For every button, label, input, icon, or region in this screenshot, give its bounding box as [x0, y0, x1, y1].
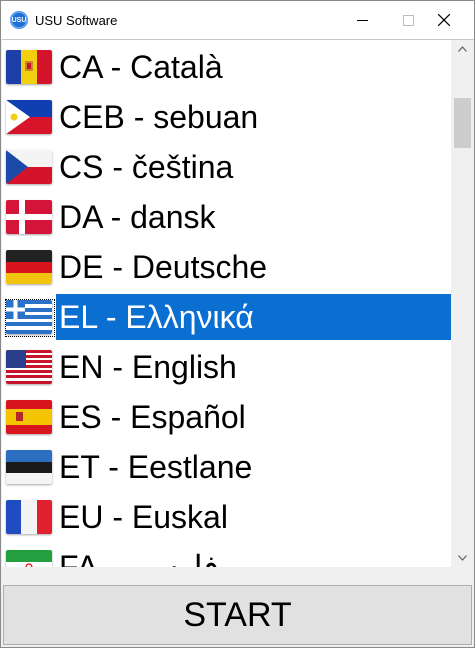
czech-flag-icon [6, 150, 52, 184]
language-label: CA - Català [59, 49, 223, 85]
language-list[interactable]: CA - Català CEB - sebuan CS - čeština DA… [2, 39, 451, 567]
philippines-flag-icon [6, 100, 52, 134]
start-button[interactable]: START [3, 585, 472, 645]
title-bar[interactable]: USU USU Software [1, 1, 474, 39]
list-item[interactable]: DA - dansk [2, 192, 451, 242]
vertical-scrollbar[interactable] [451, 39, 474, 567]
minimize-icon [356, 19, 368, 21]
chevron-down-icon [458, 555, 467, 561]
list-item[interactable]: CEB - sebuan [2, 92, 451, 142]
iran-flag-icon [6, 550, 52, 567]
usu-logo-icon: USU [10, 11, 28, 29]
spain-flag-icon [6, 400, 52, 434]
language-label: ET - Eestlane [59, 449, 253, 485]
scroll-up-button[interactable] [451, 40, 474, 58]
andorra-flag-icon [6, 50, 52, 84]
greece-flag-icon [6, 300, 52, 334]
language-label: DA - dansk [59, 199, 216, 235]
scroll-thumb[interactable] [454, 98, 471, 148]
germany-flag-icon [6, 250, 52, 284]
list-item[interactable]: EU - Euskal [2, 492, 451, 542]
chevron-up-icon [458, 46, 467, 52]
list-item[interactable]: FA - فارسی [2, 542, 451, 567]
list-item[interactable]: EN - English [2, 342, 451, 392]
language-label: FA - فارسی [59, 549, 219, 567]
scroll-down-button[interactable] [451, 549, 474, 567]
language-label: EL - Ελληνικά [59, 299, 254, 335]
maximize-icon [402, 14, 414, 26]
list-item[interactable]: DE - Deutsche [2, 242, 451, 292]
app-window: USU USU Software CA - Català CEB - sebua… [0, 0, 475, 648]
list-item[interactable]: CA - Català [2, 42, 451, 92]
language-label: EN - English [59, 349, 237, 385]
usa-flag-icon [6, 350, 52, 384]
list-item[interactable]: ET - Eestlane [2, 442, 451, 492]
estonia-flag-icon [6, 450, 52, 484]
window-title: USU Software [35, 12, 118, 28]
minimize-button[interactable] [339, 1, 385, 39]
list-item[interactable]: CS - čeština [2, 142, 451, 192]
language-label: CS - čeština [59, 149, 234, 185]
language-label: ES - Español [59, 399, 246, 435]
language-label: CEB - sebuan [59, 99, 259, 135]
language-label: DE - Deutsche [59, 249, 268, 285]
close-icon [438, 14, 450, 26]
list-item-selected[interactable]: EL - Ελληνικά [2, 292, 451, 342]
france-flag-icon [6, 500, 52, 534]
language-label: EU - Euskal [59, 499, 228, 535]
close-button[interactable] [421, 1, 467, 39]
denmark-flag-icon [6, 200, 52, 234]
list-item[interactable]: ES - Español [2, 392, 451, 442]
